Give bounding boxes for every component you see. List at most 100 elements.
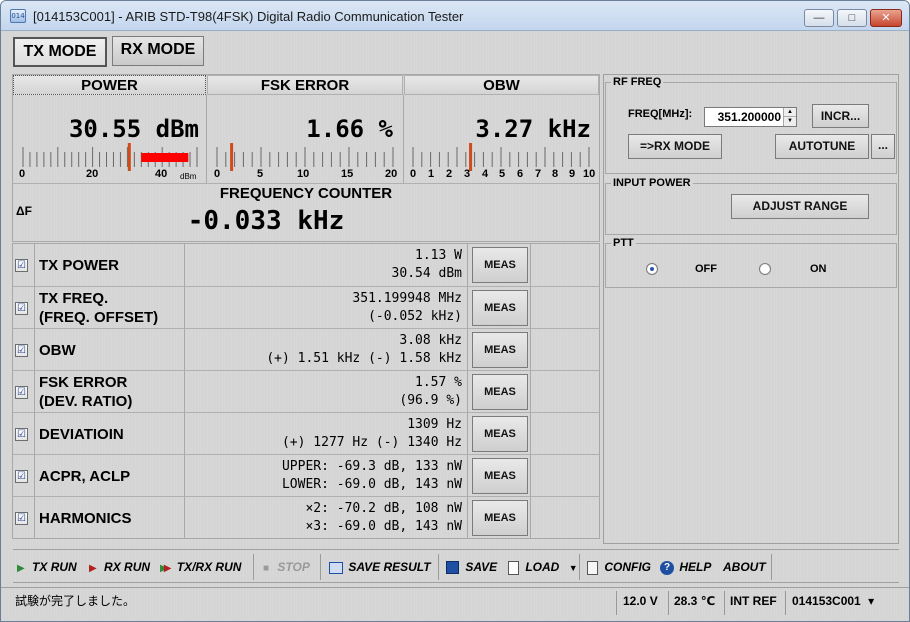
toolbar-separator [771,554,772,580]
measurement-row-obw: ☑ OBW 3.08 kHz (+) 1.51 kHz (-) 1.58 kHz… [13,328,599,370]
harmonics-meas-button[interactable]: MEAS [472,500,528,536]
about-button[interactable]: ABOUT [723,550,766,584]
toolbar-separator [438,554,439,580]
tx-run-button[interactable]: ▶ TX RUN [17,550,77,584]
autotune-settings-button[interactable]: ... [871,134,895,159]
incr-button[interactable]: INCR... [812,104,869,128]
power-scale-label: 40 [155,168,168,180]
rx-mode-button[interactable]: RX MODE [112,36,204,66]
row-value: (+) 1.51 kHz (-) 1.58 kHz [266,351,462,366]
deviation-meas-button[interactable]: MEAS [472,416,528,452]
deviation-checkbox[interactable]: ☑ [15,428,28,441]
tx-power-meas-button[interactable]: MEAS [472,247,528,283]
row-label: OBW [39,342,76,359]
power-scale-label: 20 [86,168,99,180]
frequency-counter-title: FREQUENCY COUNTER [13,183,599,203]
row-value: ×2: -70.2 dB, 108 nW [305,501,462,516]
fsk-error-meter-title: FSK ERROR [207,75,403,95]
rx-run-button[interactable]: ▶ RX RUN [89,550,150,584]
delta-f-label: ΔF [16,204,32,218]
tx-mode-button[interactable]: TX MODE [13,37,107,67]
tx-freq-checkbox[interactable]: ☑ [15,302,28,315]
fsk-scale-label: 10 [297,168,310,180]
measurement-row-fsk-error: ☑ FSK ERROR (DEV. RATIO) 1.57 % (96.9 %)… [13,370,599,412]
acpr-meas-button[interactable]: MEAS [472,458,528,494]
row-label: (FREQ. OFFSET) [39,309,159,326]
minimize-button[interactable]: — [804,9,834,27]
row-value: 351.199948 MHz [352,291,462,306]
fsk-error-checkbox[interactable]: ☑ [15,386,28,399]
load-button[interactable]: LOAD ▼ [508,550,578,584]
power-scale [22,143,198,171]
chevron-down-icon[interactable]: ▼ [569,563,578,573]
rx-mode-switch-button[interactable]: =>RX MODE [628,134,722,159]
tx-power-checkbox[interactable]: ☑ [15,259,28,272]
app-icon: 014 [10,9,26,23]
alarm-range [141,153,189,162]
measurement-row-acpr: ☑ ACPR, ACLP UPPER: -69.3 dB, 133 nW LOW… [13,454,599,496]
ptt-on-radio[interactable] [759,263,771,275]
fsk-error-meas-button[interactable]: MEAS [472,374,528,410]
row-value: 1.13 W [415,248,462,263]
obw-scale-label: 5 [499,168,506,180]
ptt-off-radio[interactable] [646,263,658,275]
status-separator [785,591,786,615]
measurement-row-tx-power: ☑ TX POWER 1.13 W 30.54 dBm MEAS [13,244,599,286]
floppy-icon [446,561,459,575]
ptt-title: PTT [611,237,636,249]
row-value: ×3: -69.0 dB, 143 nW [305,519,462,534]
config-icon [587,560,598,575]
obw-scale-label: 8 [552,168,559,180]
frequency-counter-value: -0.033 kHz [187,206,345,236]
maximize-button[interactable]: □ [837,9,867,27]
fsk-scale-label: 20 [385,168,398,180]
obw-scale-label: 2 [446,168,453,180]
play-icon: ▶ [17,563,25,574]
fsk-scale-label: 0 [214,168,221,180]
config-button[interactable]: CONFIG [587,550,651,584]
fsk-scale-label: 15 [341,168,354,180]
status-separator [616,591,617,615]
tx-freq-meas-button[interactable]: MEAS [472,290,528,326]
row-value: (96.9 %) [399,393,462,408]
stop-button[interactable]: ■ STOP [263,550,310,584]
close-button[interactable]: ✕ [870,9,902,27]
device-selector[interactable]: 014153C001 ▾ [792,588,874,621]
rf-freq-group [605,82,897,174]
temperature-readout: 28.3 ℃ [674,594,716,608]
row-label: HARMONICS [39,510,132,527]
freq-spinbox[interactable]: ▲ ▼ [704,107,797,127]
row-value: 1309 Hz [407,417,462,432]
autotune-button[interactable]: AUTOTUNE [775,134,869,159]
title-bar: 014 [014153C001] - ARIB STD-T98(4FSK) Di… [1,1,909,31]
row-label: ACPR, ACLP [39,468,131,485]
adjust-range-button[interactable]: ADJUST RANGE [731,194,869,219]
obw-scale [412,143,590,171]
fsk-error-scale [216,143,394,171]
obw-scale-label: 7 [535,168,542,180]
spin-down-icon[interactable]: ▼ [783,117,796,126]
freq-input[interactable] [705,108,783,126]
obw-checkbox[interactable]: ☑ [15,344,28,357]
power-meter-title: POWER [13,75,206,95]
row-value: UPPER: -69.3 dB, 133 nW [281,459,462,474]
toolbar-separator [320,554,321,580]
spin-up-icon[interactable]: ▲ [783,108,796,117]
row-value: 1.57 % [415,375,462,390]
file-icon [508,560,519,575]
harmonics-checkbox[interactable]: ☑ [15,512,28,525]
input-power-title: INPUT POWER [611,177,693,189]
save-button[interactable]: SAVE [446,550,497,584]
measurement-row-harmonics: ☑ HARMONICS ×2: -70.2 dB, 108 nW ×3: -69… [13,496,599,538]
chevron-down-icon[interactable]: ▾ [868,594,874,608]
obw-scale-label: 0 [410,168,417,180]
obw-meas-button[interactable]: MEAS [472,332,528,368]
play-icon: ▶ [163,563,172,574]
txrx-run-button[interactable]: ▶▶ TX/RX RUN [160,550,241,584]
help-button[interactable]: ? HELP [660,550,711,584]
fsk-scale-label: 5 [257,168,264,180]
acpr-checkbox[interactable]: ☑ [15,470,28,483]
save-result-button[interactable]: SAVE RESULT [329,550,431,584]
toolbar: ▶ TX RUN ▶ RX RUN ▶▶ TX/RX RUN ■ STOP SA… [13,549,899,583]
power-scale-label: 0 [19,168,26,180]
